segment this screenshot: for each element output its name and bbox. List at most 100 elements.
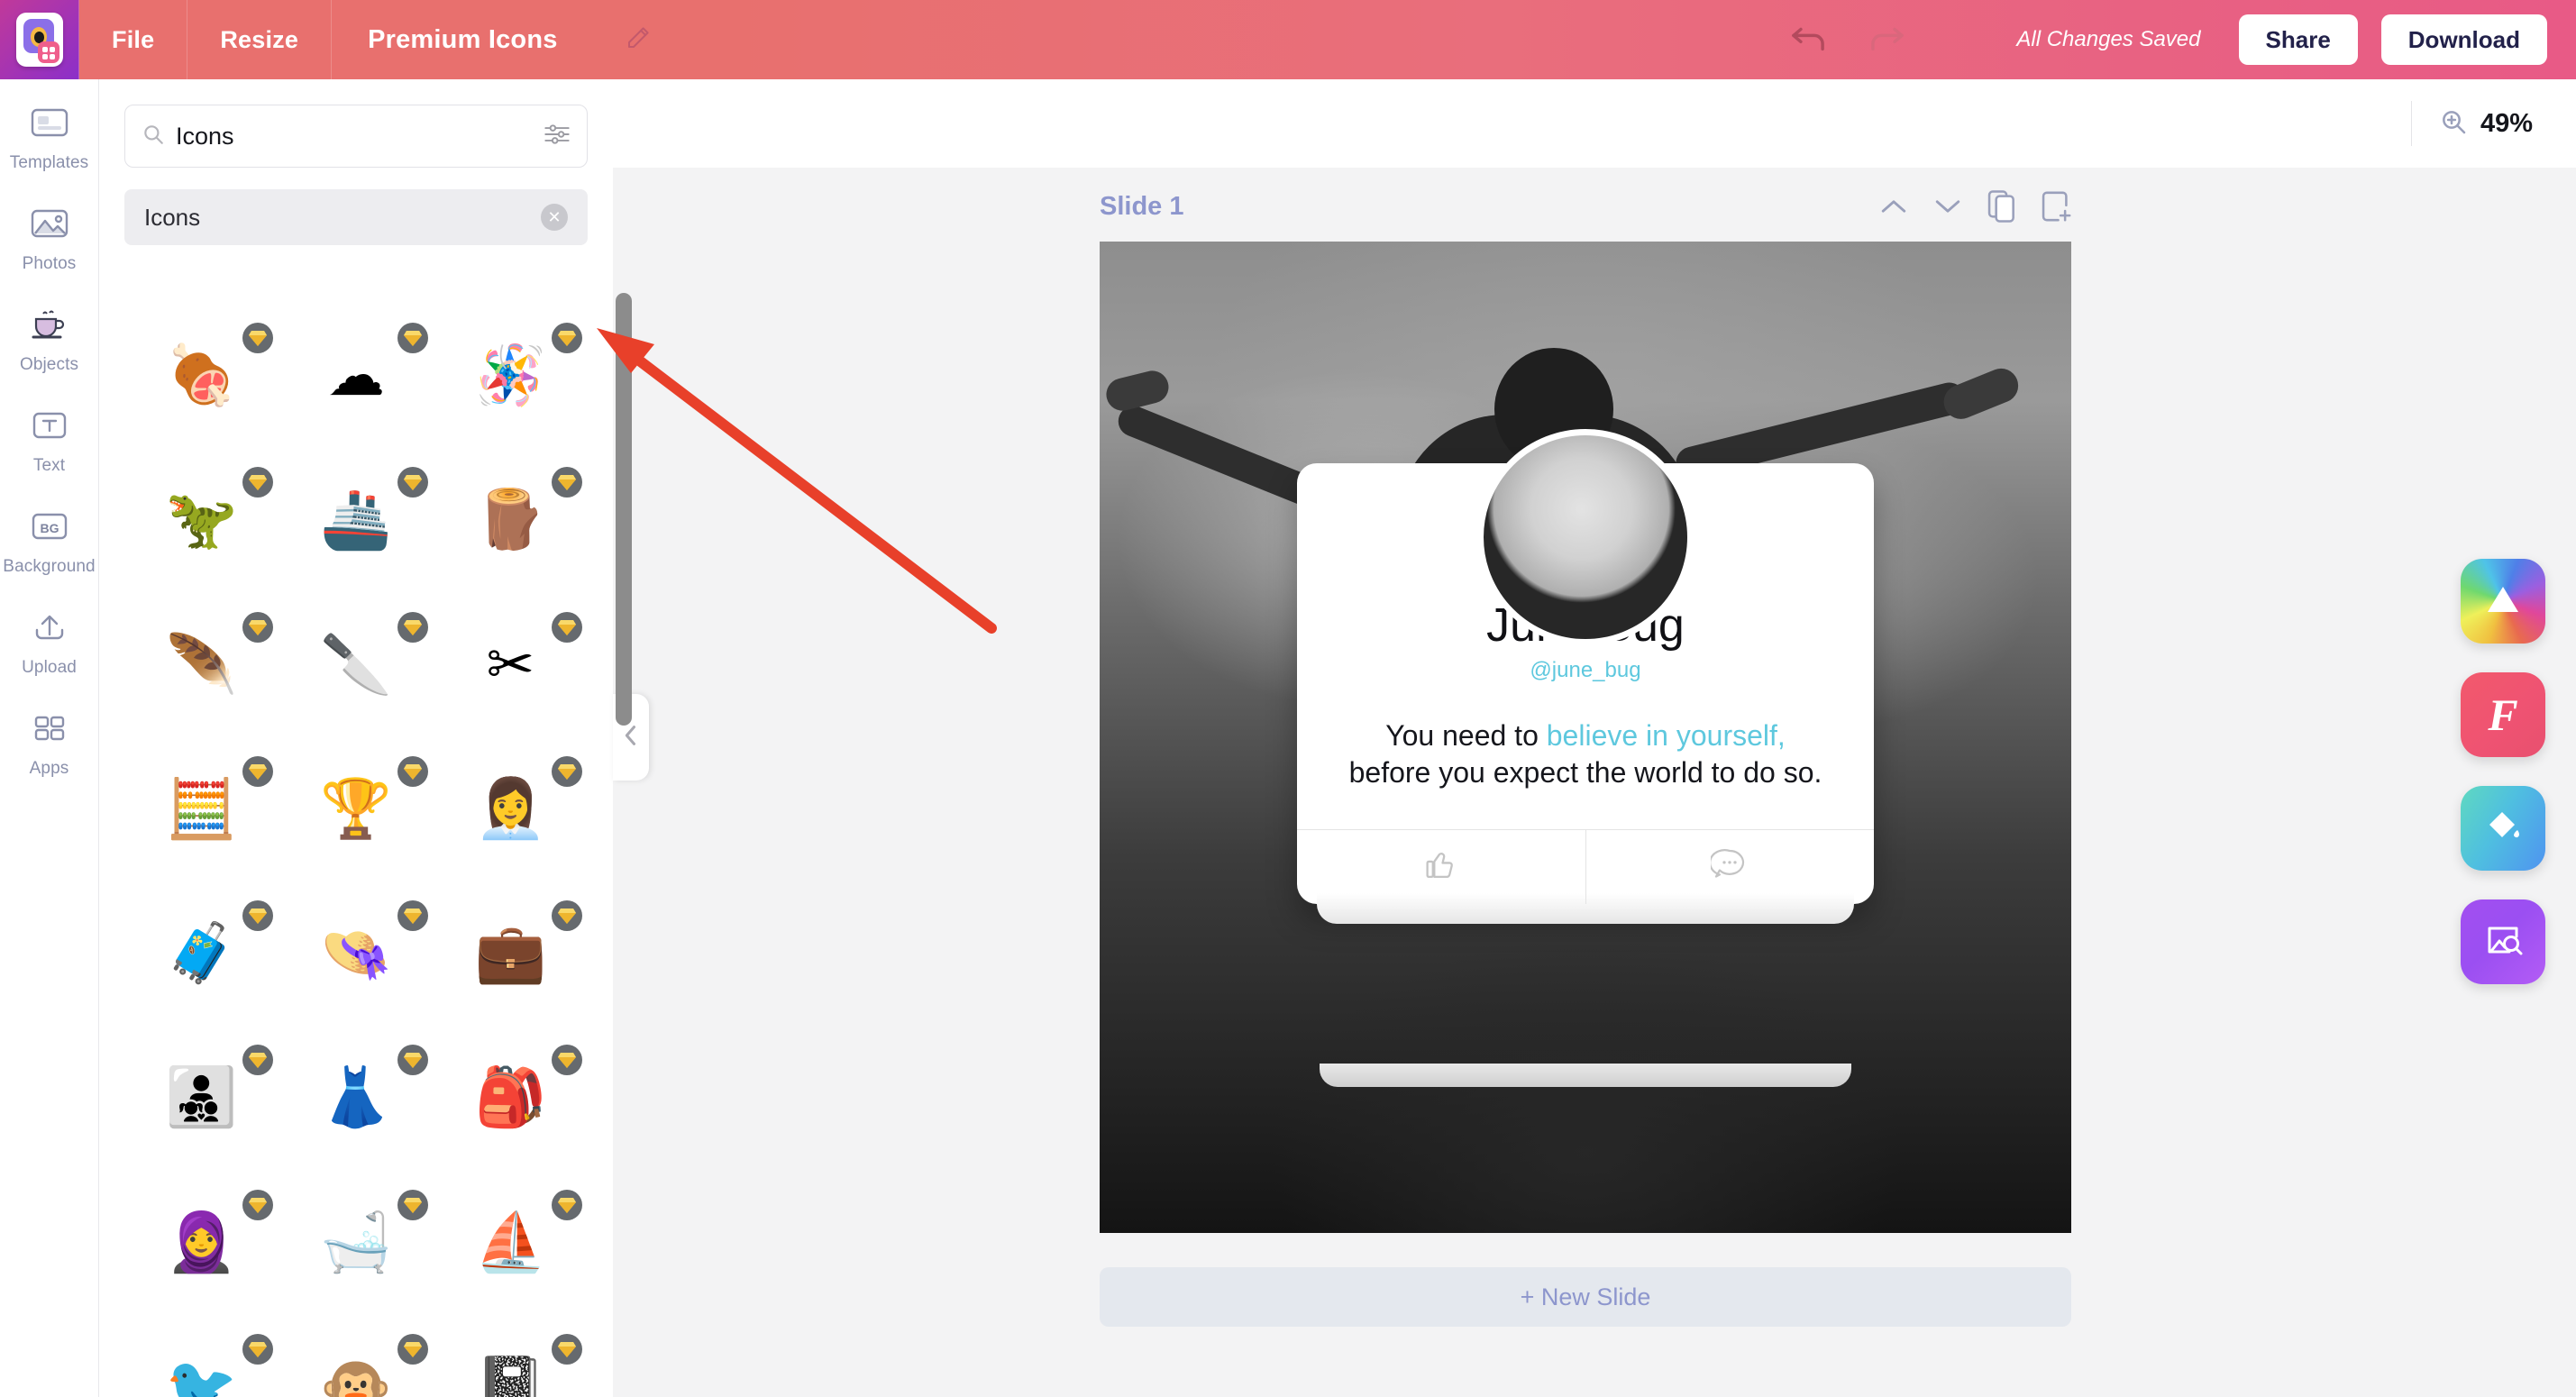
- close-icon[interactable]: ✕: [541, 204, 568, 231]
- spiral-notebook-icon: 📓: [474, 1353, 547, 1397]
- sidebar-item-photos[interactable]: Photos: [0, 200, 99, 274]
- gem-icon: [397, 323, 428, 353]
- icon-result-cloud[interactable]: ☁: [279, 321, 433, 429]
- gem-icon: [397, 900, 428, 931]
- icon-result-trophy[interactable]: 🏆: [279, 754, 433, 863]
- sidebar-item-background[interactable]: BG Background: [0, 503, 99, 577]
- icon-result-sausages-plate[interactable]: 🍖: [124, 321, 279, 429]
- sidebar-item-templates[interactable]: Templates: [0, 99, 99, 173]
- profile-handle: @june_bug: [1530, 658, 1641, 682]
- results-scrollbar[interactable]: [616, 293, 632, 726]
- app-root: File Resize Premium Icons All Changes Sa…: [0, 0, 2576, 1397]
- icon-result-wooden-clothespins[interactable]: 🪵: [434, 465, 588, 573]
- icon-result-woman-with-suitcase[interactable]: 🧳: [124, 899, 279, 1007]
- sliders-filter-icon[interactable]: [544, 123, 571, 151]
- icon-result-box-cutter[interactable]: 🔪: [279, 610, 433, 718]
- add-slide-button[interactable]: [2041, 189, 2071, 224]
- search-area: [99, 79, 613, 168]
- move-slide-up-button[interactable]: [1878, 196, 1909, 217]
- sidebar-item-text[interactable]: Text: [0, 402, 99, 476]
- logo-card: [15, 13, 63, 67]
- duplicate-slide-button[interactable]: [1987, 189, 2017, 224]
- scissors-icon: ✂: [486, 631, 535, 697]
- search-box[interactable]: [124, 105, 588, 168]
- card-stack-shadow: [1320, 1064, 1851, 1087]
- slide-header: Slide 1: [1100, 180, 2071, 233]
- icon-result-toast-characters-in-bathtub[interactable]: 🛁: [279, 1188, 433, 1296]
- logo-pink-badge: [37, 41, 59, 63]
- icon-result-scissors[interactable]: ✂: [434, 610, 588, 718]
- trophy-icon: 🏆: [320, 775, 392, 841]
- sidebar-label-templates: Templates: [9, 153, 89, 172]
- icon-result-spiral-notebook[interactable]: 📓: [434, 1332, 588, 1397]
- like-button[interactable]: [1297, 830, 1585, 904]
- search-icon: [142, 123, 165, 151]
- profile-avatar: [1477, 429, 1694, 645]
- add-new-slide-button[interactable]: + New Slide: [1100, 1267, 2071, 1327]
- background-fill-app-button[interactable]: [2461, 786, 2545, 871]
- menu-resize[interactable]: Resize: [187, 0, 333, 79]
- design-app-logo[interactable]: [0, 0, 79, 79]
- icon-result-monkey-sailor[interactable]: 🐵: [279, 1332, 433, 1397]
- icon-result-office-desk-meeting[interactable]: 👩‍💼: [434, 754, 588, 863]
- image-search-app-button[interactable]: [2461, 899, 2545, 984]
- photo-gallery-app-button[interactable]: [2461, 559, 2545, 644]
- icon-result-spinning-top-ornament[interactable]: 🪅: [434, 321, 588, 429]
- sausages-plate-icon: 🍖: [165, 342, 238, 407]
- icon-result-family-with-luggage-trolley[interactable]: 👨‍👧‍👦: [124, 1043, 279, 1151]
- apps-icon: [30, 705, 69, 752]
- history-controls: [1787, 24, 1908, 55]
- download-button[interactable]: Download: [2380, 14, 2547, 65]
- menu-file[interactable]: File: [79, 0, 188, 79]
- tugboat-icon: 🚢: [320, 487, 392, 552]
- sidebar-item-objects[interactable]: Objects: [0, 301, 99, 375]
- gem-icon: [551, 755, 582, 787]
- redo-arrow-icon[interactable]: [1867, 24, 1908, 55]
- gem-icon: [397, 755, 428, 787]
- sidebar-item-apps[interactable]: Apps: [0, 705, 99, 779]
- icon-result-sinking-red-boat[interactable]: ⛵: [434, 1188, 588, 1296]
- share-button[interactable]: Share: [2238, 14, 2358, 65]
- zoom-control[interactable]: 49%: [2410, 101, 2533, 146]
- sidebar-item-upload[interactable]: Upload: [0, 604, 99, 678]
- search-input[interactable]: [176, 122, 544, 151]
- undo-arrow-icon[interactable]: [1787, 24, 1829, 55]
- upload-icon: [30, 604, 69, 651]
- icon-result-wooden-stick[interactable]: 🪶: [124, 610, 279, 718]
- icon-result-woman-with-luggage-cart[interactable]: 👒: [279, 899, 433, 1007]
- icon-results-grid[interactable]: 🍖 ☁ 🪅 🦖 🚢 🪵 🪶 🔪 ✂ 🧮 🏆 👩‍💼 🧳 👒 💼 👨‍👧‍👦 👗 🎒 🧕 🛁 ⛵ 🐦 🐵 📓: [99, 321, 613, 1397]
- icon-result-calculator[interactable]: 🧮: [124, 754, 279, 863]
- box-cutter-icon: 🔪: [320, 631, 392, 697]
- pencil-icon: [625, 24, 652, 56]
- wooden-clothespins-icon: 🪵: [474, 487, 547, 552]
- slide-canvas[interactable]: June Bug @june_bug You need to believe i…: [1100, 242, 2071, 1233]
- icon-result-red-cardinal-mascot[interactable]: 🐦: [124, 1332, 279, 1397]
- gem-icon: [551, 900, 582, 931]
- gem-icon: [242, 900, 274, 931]
- gem-icon: [397, 1333, 428, 1365]
- icon-result-flight-attendant-with-suitcase[interactable]: 💼: [434, 899, 588, 1007]
- gem-icon: [242, 755, 274, 787]
- document-title[interactable]: Premium Icons: [332, 0, 594, 79]
- font-app-button[interactable]: F: [2461, 672, 2545, 757]
- icon-result-tugboat[interactable]: 🚢: [279, 465, 433, 573]
- mountain-icon: [2482, 582, 2524, 621]
- templates-icon: [30, 99, 69, 146]
- apps-dock: F: [2461, 559, 2545, 984]
- left-nav-rail: Templates Photos Objects Text BG Backgro…: [0, 79, 99, 1397]
- couple-with-luggage-icon: 🧕: [165, 1209, 238, 1274]
- active-search-chip[interactable]: Icons ✕: [124, 189, 588, 245]
- comment-button[interactable]: [1585, 829, 1875, 904]
- icon-result-man-with-duffel-bag[interactable]: 🎒: [434, 1043, 588, 1151]
- background-icon: BG: [29, 503, 70, 550]
- icon-result-woman-with-blue-suitcase[interactable]: 👗: [279, 1043, 433, 1151]
- icon-result-couple-with-luggage[interactable]: 🧕: [124, 1188, 279, 1296]
- woman-with-suitcase-icon: 🧳: [165, 920, 238, 985]
- green-dinosaur-icon: 🦖: [165, 487, 238, 552]
- rename-button[interactable]: [594, 0, 682, 79]
- office-desk-meeting-icon: 👩‍💼: [474, 775, 547, 841]
- icon-result-green-dinosaur[interactable]: 🦖: [124, 465, 279, 573]
- move-slide-down-button[interactable]: [1932, 196, 1963, 217]
- top-toolbar: File Resize Premium Icons All Changes Sa…: [0, 0, 2576, 79]
- gem-icon: [397, 1045, 428, 1076]
